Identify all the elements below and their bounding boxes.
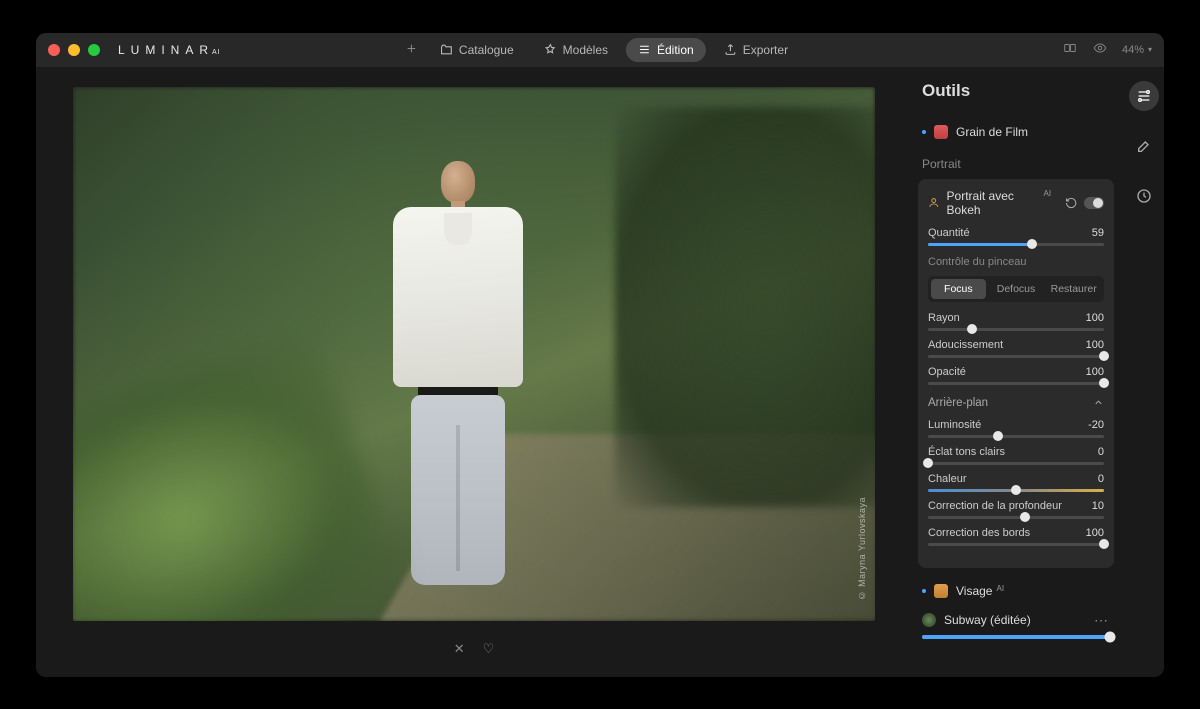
slider-label: Opacité (928, 366, 966, 378)
slider-value: 0 (1098, 446, 1104, 458)
canvas-area: © Maryna Yurlovskaya ✕ ♡ (36, 67, 912, 677)
zoom-value: 44% (1122, 44, 1144, 56)
slider-value: 100 (1086, 527, 1104, 539)
nav-edit[interactable]: Édition (626, 38, 706, 62)
brand-logo: LUMINAR AI (118, 43, 221, 57)
bokeh-toggle[interactable] (1084, 197, 1104, 209)
seg-restore[interactable]: Restaurer (1046, 279, 1101, 299)
slider-value: 10 (1092, 500, 1104, 512)
background-section-toggle[interactable]: Arrière-plan (928, 393, 1104, 419)
slider-edge-correction[interactable]: Correction des bords 100 (928, 527, 1104, 546)
slider-label: Chaleur (928, 473, 967, 485)
slider-label: Correction des bords (928, 527, 1030, 539)
maximize-window[interactable] (88, 44, 100, 56)
preset-row[interactable]: Subway (éditée) ⋯ (918, 604, 1114, 635)
slider-value: 0 (1098, 473, 1104, 485)
slider-warmth[interactable]: Chaleur 0 (928, 473, 1104, 492)
slider-label: Éclat tons clairs (928, 446, 1005, 458)
ai-badge: AI (996, 584, 1004, 593)
reset-icon[interactable] (1065, 196, 1077, 210)
portrait-bokeh-icon (928, 196, 940, 209)
history-icon[interactable] (1129, 181, 1159, 211)
reject-icon[interactable]: ✕ (454, 641, 465, 657)
add-button[interactable] (400, 42, 422, 58)
tool-label: Grain de Film (956, 125, 1028, 139)
preset-intensity-slider[interactable] (922, 635, 1110, 639)
tool-category-strip (1124, 67, 1164, 677)
preset-thumbnail (922, 613, 936, 627)
active-indicator (922, 589, 926, 593)
app-window: LUMINAR AI Catalogue Modèles Édition Exp… (36, 33, 1164, 677)
brand-suffix: AI (212, 49, 221, 56)
nav-catalogue[interactable]: Catalogue (428, 38, 526, 62)
face-icon (934, 584, 948, 598)
nav-templates[interactable]: Modèles (532, 38, 620, 62)
preview-eye-icon[interactable] (1092, 41, 1108, 58)
slider-label: Rayon (928, 312, 960, 324)
top-right-controls: 44% ▾ (1062, 41, 1152, 58)
slider-depth-correction[interactable]: Correction de la profondeur 10 (928, 500, 1104, 519)
minimize-window[interactable] (68, 44, 80, 56)
slider-value: 100 (1086, 312, 1104, 324)
tool-film-grain[interactable]: Grain de Film (918, 119, 1114, 145)
chevron-down-icon: ▾ (1148, 45, 1152, 54)
portrait-section-label: Portrait (918, 145, 1114, 179)
nav-export[interactable]: Exporter (712, 38, 800, 62)
brush-mode-segmented: Focus Defocus Restaurer (928, 276, 1104, 302)
close-window[interactable] (48, 44, 60, 56)
film-grain-icon (934, 125, 948, 139)
bokeh-title: Portrait avec Bokeh (947, 189, 1040, 217)
top-nav: Catalogue Modèles Édition Exporter (400, 38, 800, 62)
background-title: Arrière-plan (928, 397, 988, 409)
nav-catalogue-label: Catalogue (459, 43, 514, 57)
tool-face[interactable]: Visage AI (918, 578, 1114, 604)
nav-export-label: Exporter (743, 43, 788, 57)
slider-label: Correction de la profondeur (928, 500, 1062, 512)
preset-name: Subway (éditée) (944, 613, 1031, 627)
active-indicator (922, 130, 926, 134)
edit-tools-icon[interactable] (1129, 81, 1159, 111)
slider-value: 100 (1086, 366, 1104, 378)
slider-brightness[interactable]: Luminosité -20 (928, 419, 1104, 438)
photo-credit: © Maryna Yurlovskaya (857, 497, 867, 600)
window-controls (48, 44, 100, 56)
nav-edit-label: Édition (657, 43, 694, 57)
slider-value: 100 (1086, 339, 1104, 351)
titlebar: LUMINAR AI Catalogue Modèles Édition Exp… (36, 33, 1164, 67)
slider-radius[interactable]: Rayon 100 (928, 312, 1104, 331)
bokeh-card: Portrait avec Bokeh AI Quantité 59 Co (918, 179, 1114, 568)
seg-focus[interactable]: Focus (931, 279, 986, 299)
preset-more-icon[interactable]: ⋯ (1094, 612, 1110, 629)
chevron-up-icon (1093, 397, 1104, 408)
compare-icon[interactable] (1062, 41, 1078, 58)
nav-templates-label: Modèles (563, 43, 608, 57)
zoom-control[interactable]: 44% ▾ (1122, 44, 1152, 56)
brush-control-label: Contrôle du pinceau (928, 256, 1104, 268)
canvas-actions: ✕ ♡ (454, 641, 495, 657)
bokeh-card-header[interactable]: Portrait avec Bokeh AI (928, 189, 1104, 217)
slider-label: Adoucissement (928, 339, 1003, 351)
brush-tools-icon[interactable] (1129, 131, 1159, 161)
slider-value: -20 (1088, 419, 1104, 431)
slider-quantity[interactable]: Quantité 59 (928, 227, 1104, 246)
slider-opacity[interactable]: Opacité 100 (928, 366, 1104, 385)
slider-highlights[interactable]: Éclat tons clairs 0 (928, 446, 1104, 465)
slider-label: Luminosité (928, 419, 981, 431)
ai-badge: AI (1043, 189, 1051, 198)
tool-label: Visage (956, 584, 992, 598)
tools-title: Outils (918, 81, 1114, 101)
right-sidebar: Outils Grain de Film Portrait Portrait a… (912, 67, 1164, 677)
main-body: © Maryna Yurlovskaya ✕ ♡ Outils Grain de… (36, 67, 1164, 677)
favorite-icon[interactable]: ♡ (483, 641, 495, 657)
slider-soften[interactable]: Adoucissement 100 (928, 339, 1104, 358)
slider-label: Quantité (928, 227, 970, 239)
slider-value: 59 (1092, 227, 1104, 239)
photo-preview[interactable]: © Maryna Yurlovskaya (73, 87, 875, 621)
seg-defocus[interactable]: Defocus (989, 279, 1044, 299)
tools-panel: Outils Grain de Film Portrait Portrait a… (912, 67, 1124, 677)
brand-name: LUMINAR (118, 43, 214, 57)
